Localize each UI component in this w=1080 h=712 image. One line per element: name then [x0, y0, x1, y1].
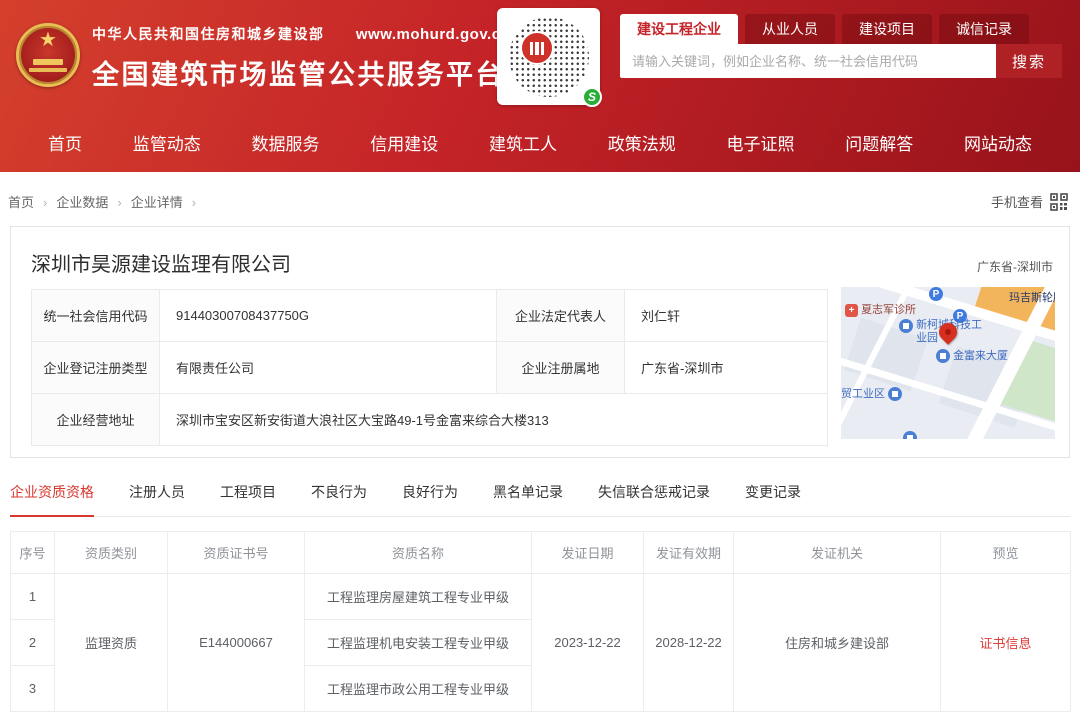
qualification-name: 工程监理市政公用工程专业甲级 — [305, 666, 532, 712]
tab-change-records[interactable]: 变更记录 — [745, 482, 801, 516]
map-poi-tires: 玛吉斯轮胎 — [1009, 289, 1055, 305]
map-parking-icon: P — [929, 287, 943, 301]
ministry-name: 中华人民共和国住房和城乡建设部 — [92, 26, 325, 42]
building-icon — [936, 349, 950, 363]
certificate-number: E144000667 — [168, 574, 305, 712]
tab-registered-personnel[interactable]: 注册人员 — [129, 482, 185, 516]
tab-qualifications[interactable]: 企业资质资格 — [10, 482, 94, 517]
clinic-icon: + — [845, 304, 858, 317]
reg-place-value: 广东省-深圳市 — [625, 342, 828, 394]
address-label: 企业经营地址 — [32, 394, 160, 446]
search-tab-credit-records[interactable]: 诚信记录 — [939, 14, 1029, 44]
col-header-preview: 预览 — [941, 532, 1071, 574]
company-name: 深圳市昊源建设监理有限公司 — [11, 227, 1069, 277]
enterprise-detail-tabs: 企业资质资格 注册人员 工程项目 不良行为 良好行为 黑名单记录 失信联合惩戒记… — [10, 466, 1070, 517]
qr-code-icon — [1050, 193, 1068, 211]
company-region: 广东省-深圳市 — [977, 258, 1053, 275]
reg-type-label: 企业登记注册类型 — [32, 342, 160, 394]
emblem-gate-icon — [29, 68, 67, 72]
nav-item-site-news[interactable]: 网站动态 — [964, 130, 1032, 155]
address-value: 深圳市宝安区新安街道大浪社区大宝路49-1号金富来综合大楼313 — [160, 394, 828, 446]
search-tab-practitioners[interactable]: 从业人员 — [745, 14, 835, 44]
nav-item-faq[interactable]: 问题解答 — [845, 130, 913, 155]
mobile-view-label: 手机查看 — [991, 192, 1043, 211]
nav-item-data-services[interactable]: 数据服务 — [252, 130, 320, 155]
search-tab-construction-enterprise[interactable]: 建设工程企业 — [620, 14, 738, 44]
map-poi-partial — [903, 431, 917, 439]
breadcrumb-home[interactable]: 首页 — [8, 192, 56, 211]
building-icon — [888, 387, 902, 401]
col-header-no: 序号 — [11, 532, 55, 574]
col-header-authority: 发证机关 — [734, 532, 941, 574]
search-button[interactable]: 搜索 — [996, 44, 1062, 78]
nav-item-credit-building[interactable]: 信用建设 — [370, 130, 438, 155]
tab-blacklist[interactable]: 黑名单记录 — [493, 482, 563, 516]
breadcrumb-enterprise-data[interactable]: 企业数据 — [56, 192, 130, 211]
nav-item-supervision-news[interactable]: 监管动态 — [133, 130, 201, 155]
mobile-view-button[interactable]: 手机查看 — [991, 192, 1068, 211]
issuing-authority: 住房和城乡建设部 — [734, 574, 941, 712]
tab-good-behavior[interactable]: 良好行为 — [402, 482, 458, 516]
legal-rep-label: 企业法定代表人 — [497, 290, 625, 342]
table-row: 1 监理资质 E144000667 工程监理房屋建筑工程专业甲级 2023-12… — [11, 574, 1071, 620]
col-header-category: 资质类别 — [55, 532, 168, 574]
tab-projects[interactable]: 工程项目 — [220, 482, 276, 516]
row-no: 2 — [11, 620, 55, 666]
valid-until-date: 2028-12-22 — [644, 574, 734, 712]
map-poi-industry-zone: 贸工业区 — [841, 385, 902, 401]
qualification-name: 工程监理房屋建筑工程专业甲级 — [305, 574, 532, 620]
breadcrumb: 首页 企业数据 企业详情 — [8, 192, 205, 211]
tab-bad-behavior[interactable]: 不良行为 — [311, 482, 367, 516]
breadcrumb-enterprise-detail[interactable]: 企业详情 — [131, 192, 205, 211]
credit-code-label: 统一社会信用代码 — [32, 290, 160, 342]
miniprogram-icon: S — [582, 87, 602, 107]
main-navigation: 首页 监管动态 数据服务 信用建设 建筑工人 政策法规 电子证照 问题解答 网站… — [0, 112, 1080, 172]
tab-dishonesty-records[interactable]: 失信联合惩戒记录 — [598, 482, 710, 516]
nav-item-construction-workers[interactable]: 建筑工人 — [489, 130, 557, 155]
map-poi-tower: 金富来大厦 — [936, 347, 1008, 363]
legal-rep-value: 刘仁轩 — [625, 290, 828, 342]
col-header-cert-no: 资质证书号 — [168, 532, 305, 574]
company-location-map[interactable]: + 夏志军诊所 P P 新柯城科技工业园 金富来大厦 玛吉斯轮胎 贸工业区 — [841, 287, 1055, 439]
building-icon — [899, 319, 913, 333]
certificate-info-link[interactable]: 证书信息 — [979, 636, 1031, 651]
qr-center-logo — [520, 31, 554, 65]
col-header-valid-until: 发证有效期 — [644, 532, 734, 574]
wechat-qr-code: S — [497, 8, 600, 105]
search-tab-projects[interactable]: 建设项目 — [842, 14, 932, 44]
emblem-star-icon: ★ — [19, 30, 77, 50]
qualification-name: 工程监理机电安装工程专业甲级 — [305, 620, 532, 666]
search-input[interactable] — [620, 44, 996, 78]
site-header: ★ 中华人民共和国住房和城乡建设部 www.mohurd.gov.cn 全国建筑… — [0, 0, 1080, 172]
company-detail-card: 深圳市昊源建设监理有限公司 广东省-深圳市 统一社会信用代码 914403007… — [10, 226, 1070, 458]
qualification-category: 监理资质 — [55, 574, 168, 712]
building-icon — [530, 42, 544, 55]
row-no: 1 — [11, 574, 55, 620]
col-header-name: 资质名称 — [305, 532, 532, 574]
map-poi-clinic: + 夏志军诊所 — [845, 301, 916, 317]
reg-place-label: 企业注册属地 — [497, 342, 625, 394]
emblem-gate-icon — [33, 59, 63, 65]
nav-item-home[interactable]: 首页 — [48, 130, 82, 155]
national-emblem-logo: ★ — [16, 23, 80, 87]
company-info-table: 统一社会信用代码 91440300708437750G 企业法定代表人 刘仁轩 … — [31, 289, 828, 446]
platform-title: 全国建筑市场监管公共服务平台 — [92, 53, 510, 92]
credit-code-value: 91440300708437750G — [160, 290, 497, 342]
nav-item-e-certificates[interactable]: 电子证照 — [727, 130, 795, 155]
qualification-table: 序号 资质类别 资质证书号 资质名称 发证日期 发证有效期 发证机关 预览 1 … — [10, 531, 1071, 712]
row-no: 3 — [11, 666, 55, 712]
reg-type-value: 有限责任公司 — [160, 342, 497, 394]
nav-item-policies[interactable]: 政策法规 — [608, 130, 676, 155]
ministry-website-link[interactable]: www.mohurd.gov.cn — [356, 26, 510, 43]
col-header-issue-date: 发证日期 — [532, 532, 644, 574]
issue-date: 2023-12-22 — [532, 574, 644, 712]
search-category-tabs: 建设工程企业 从业人员 建设项目 诚信记录 — [620, 14, 1062, 44]
